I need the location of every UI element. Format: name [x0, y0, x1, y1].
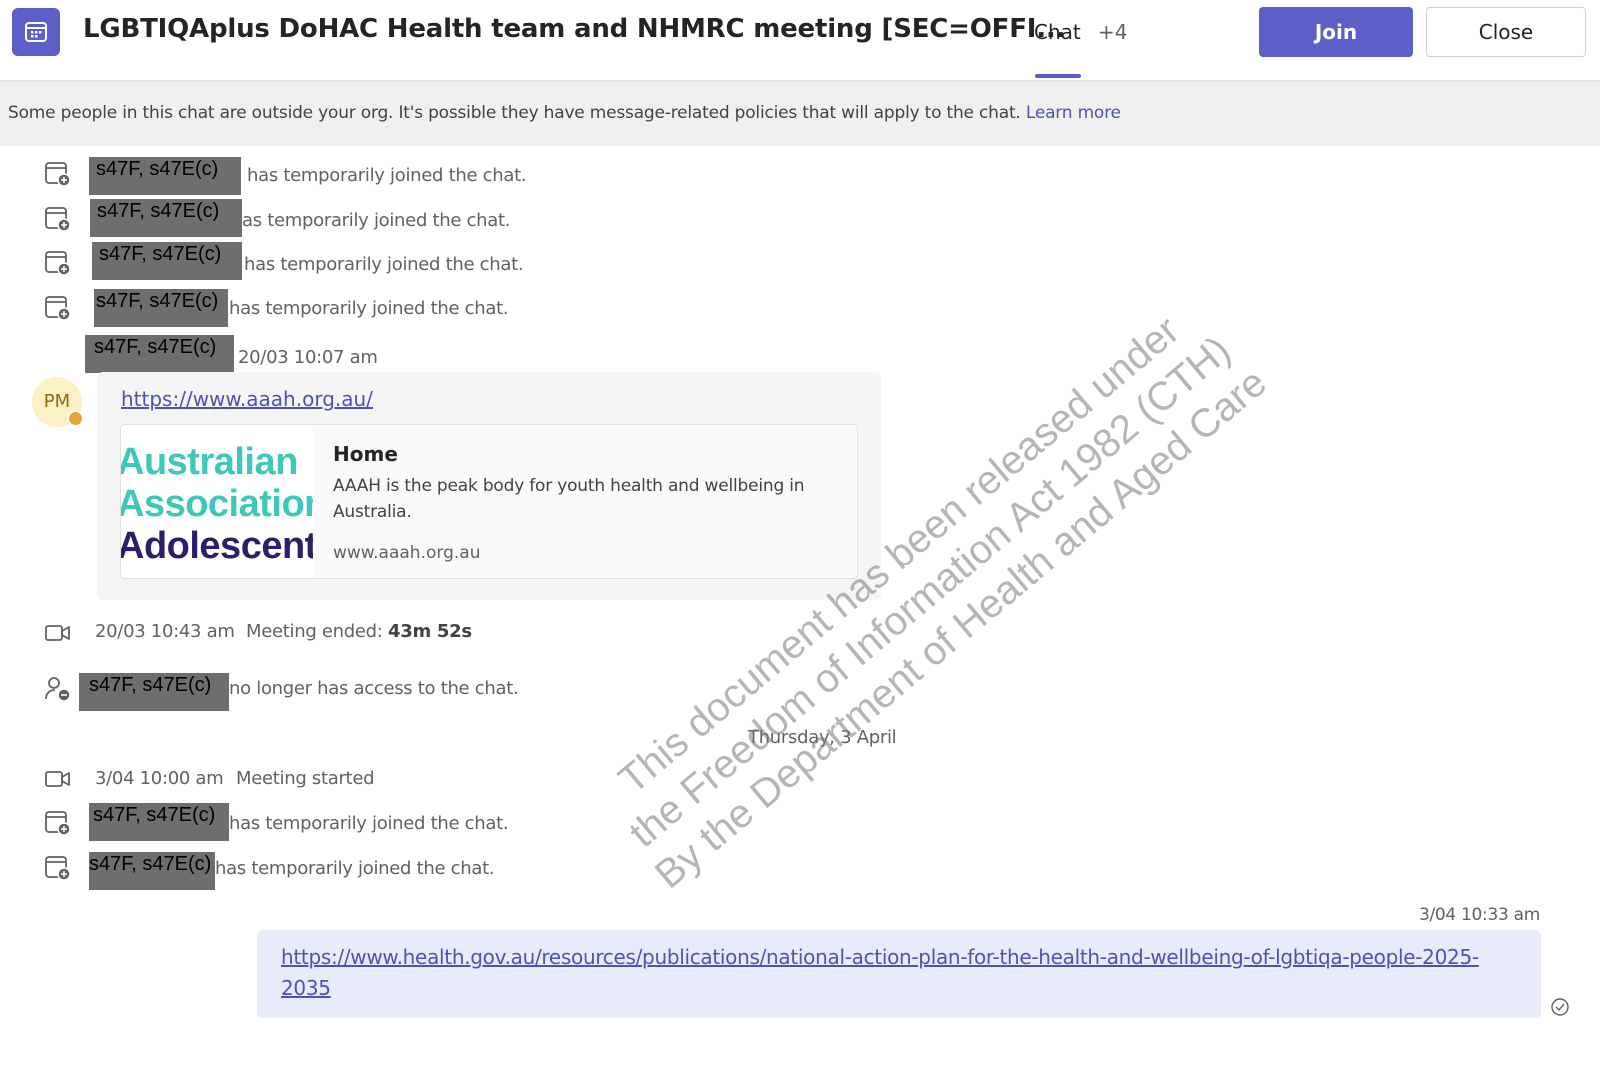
- redaction-label: s47F, s47E(c): [96, 158, 219, 180]
- calendar-meeting-icon: [12, 8, 60, 56]
- redaction-label: s47F, s47E(c): [99, 243, 222, 265]
- logo-text: Australian: [121, 441, 298, 483]
- sent-message-link[interactable]: https://www.health.gov.au/resources/publ…: [281, 942, 1491, 1004]
- active-tab-indicator: [1035, 74, 1081, 78]
- redaction-label: s47F, s47E(c): [89, 674, 212, 696]
- redacted-name: s47F, s47E(c): [89, 852, 215, 890]
- learn-more-link[interactable]: Learn more: [1026, 103, 1121, 123]
- meeting-ended-time: 20/03 10:43 am: [95, 621, 235, 642]
- read-receipt-icon: [1551, 998, 1569, 1016]
- join-button[interactable]: Join: [1259, 7, 1413, 57]
- redacted-sender-name: s47F, s47E(c): [85, 335, 234, 373]
- day-divider: Thursday, 3 April: [748, 727, 897, 748]
- user-joined-icon: [45, 296, 71, 321]
- event-text: has temporarily joined the chat.: [244, 254, 524, 275]
- redacted-name: s47F, s47E(c): [79, 673, 229, 711]
- event-text: no longer has access to the chat.: [229, 678, 519, 699]
- user-joined-icon: [45, 811, 71, 836]
- user-joined-icon: [45, 162, 71, 187]
- tab-more[interactable]: +4: [1098, 20, 1127, 44]
- redacted-name: s47F, s47E(c): [90, 199, 242, 237]
- external-org-banner: Some people in this chat are outside you…: [0, 82, 1600, 146]
- logo-text: Association: [121, 483, 313, 525]
- chat-header: LGBTIQAplus DoHAC Health team and NHMRC …: [0, 0, 1600, 82]
- user-joined-icon: [45, 251, 71, 276]
- meeting-duration: 43m 52s: [388, 621, 472, 642]
- meeting-ended-label: Meeting ended:: [246, 621, 383, 642]
- redaction-label: s47F, s47E(c): [97, 200, 220, 222]
- redacted-name: s47F, s47E(c): [89, 157, 241, 195]
- user-removed-icon: [45, 677, 71, 702]
- event-text: has temporarily joined the chat.: [229, 298, 509, 319]
- video-camera-icon: [45, 771, 70, 787]
- preview-description: AAAH is the peak body for youth health a…: [333, 476, 805, 522]
- preview-title: Home: [333, 442, 398, 466]
- message-link[interactable]: https://www.aaah.org.au/: [121, 387, 373, 411]
- banner-message: Some people in this chat are outside you…: [8, 103, 1021, 123]
- redacted-name: s47F, s47E(c): [89, 803, 229, 841]
- sent-message-bubble: https://www.health.gov.au/resources/publ…: [257, 930, 1541, 1018]
- event-text: as temporarily joined the chat.: [242, 210, 511, 231]
- redaction-label: s47F, s47E(c): [94, 336, 217, 358]
- video-camera-icon: [45, 625, 70, 641]
- link-preview-card[interactable]: Australian Association Adolescent Home A…: [120, 424, 858, 579]
- tab-chat[interactable]: Chat: [1034, 20, 1081, 44]
- event-text: has temporarily joined the chat.: [215, 858, 495, 879]
- user-joined-icon: [45, 856, 71, 881]
- redaction-label: s47F, s47E(c): [89, 853, 212, 875]
- presence-away-icon: [67, 410, 84, 427]
- meeting-title: LGBTIQAplus DoHAC Health team and NHMRC …: [83, 14, 1066, 44]
- banner-text: Some people in this chat are outside you…: [8, 103, 1121, 123]
- redacted-name: s47F, s47E(c): [92, 242, 242, 280]
- event-text: has temporarily joined the chat.: [247, 165, 527, 186]
- sent-message-timestamp: 3/04 10:33 am: [1418, 905, 1540, 925]
- event-text: has temporarily joined the chat.: [229, 813, 509, 834]
- logo-text: Adolescent: [121, 525, 313, 567]
- preview-url: www.aaah.org.au: [333, 543, 481, 563]
- meeting-started-time: 3/04 10:00 am: [95, 768, 224, 789]
- redacted-name: s47F, s47E(c): [94, 289, 228, 327]
- redaction-label: s47F, s47E(c): [96, 290, 219, 312]
- user-joined-icon: [45, 207, 71, 232]
- meeting-started-text: Meeting started: [236, 768, 375, 789]
- redaction-label: s47F, s47E(c): [93, 804, 216, 826]
- message-timestamp: 20/03 10:07 am: [238, 347, 378, 368]
- close-button[interactable]: Close: [1426, 7, 1586, 57]
- preview-logo-image: Australian Association Adolescent: [121, 425, 313, 578]
- meeting-ended-text: Meeting ended: 43m 52s: [246, 621, 472, 642]
